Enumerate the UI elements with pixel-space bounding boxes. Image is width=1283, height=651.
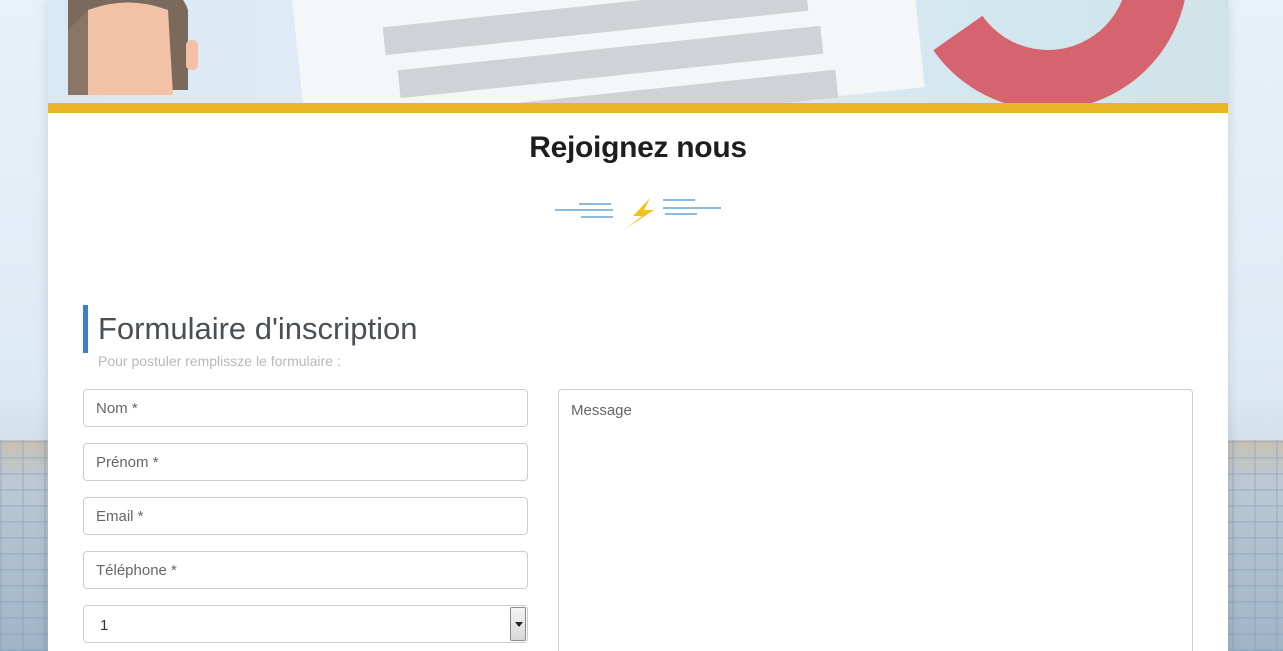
telephone-input[interactable] (83, 551, 528, 589)
prenom-input[interactable] (83, 443, 528, 481)
number-select[interactable]: 1 (83, 605, 528, 643)
chevron-down-icon[interactable] (510, 607, 526, 641)
message-textarea[interactable] (558, 389, 1193, 651)
accent-bar (48, 103, 1228, 113)
nom-input[interactable] (83, 389, 528, 427)
select-value: 1 (100, 617, 109, 634)
page-card: Rejoignez nous Formulaire d'inscription … (48, 0, 1228, 651)
header-banner-image (48, 0, 1228, 103)
lifebuoy-illustration (885, 0, 1211, 103)
form-title: Formulaire d'inscription (98, 311, 418, 346)
page-title: Rejoignez nous (529, 131, 747, 164)
form-subtitle: Pour postuler remplissze le formulaire : (98, 353, 341, 369)
form-section-title: Formulaire d'inscription (83, 305, 417, 353)
person-illustration (68, 0, 198, 95)
email-input[interactable] (83, 497, 528, 535)
lightning-bolt-icon (555, 198, 721, 229)
